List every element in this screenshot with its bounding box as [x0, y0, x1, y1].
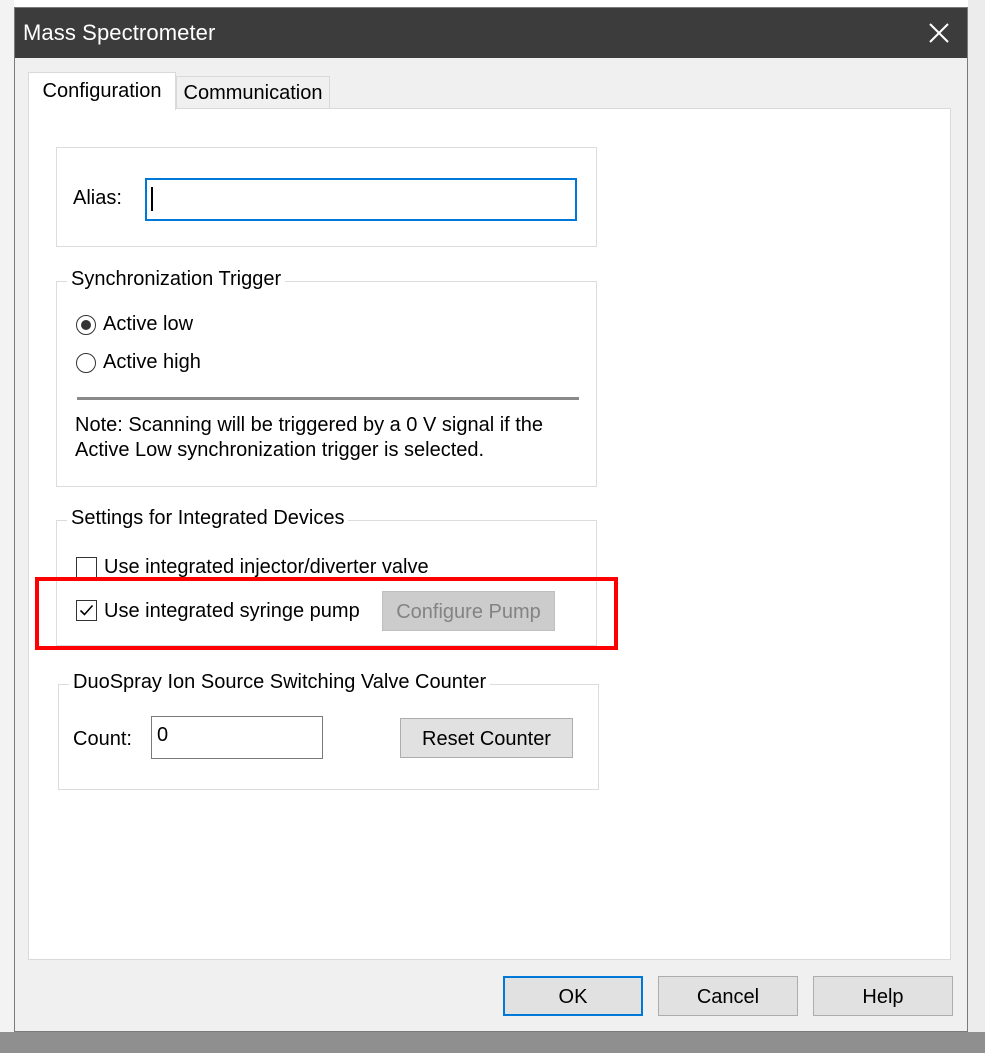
- configuration-panel: Alias: Synchronization Trigger Active lo…: [28, 108, 951, 960]
- count-value: 0: [157, 724, 169, 746]
- help-button[interactable]: Help: [813, 976, 953, 1016]
- cancel-button[interactable]: Cancel: [658, 976, 798, 1016]
- tab-communication[interactable]: Communication: [176, 76, 330, 109]
- duospray-group: DuoSpray Ion Source Switching Valve Coun…: [58, 671, 599, 790]
- active-low-radio[interactable]: [76, 315, 96, 335]
- tab-communication-label: Communication: [183, 82, 323, 104]
- note-line-2: Active Low synchronization trigger is se…: [75, 439, 485, 461]
- syringe-pump-checkbox[interactable]: [76, 600, 97, 621]
- injector-valve-checkbox[interactable]: [76, 557, 97, 578]
- note-line-1: Note: Scanning will be triggered by a 0 …: [75, 414, 544, 436]
- background-bottom: [0, 1032, 985, 1053]
- tab-configuration-label: Configuration: [42, 80, 162, 102]
- tab-configuration[interactable]: Configuration: [28, 72, 176, 110]
- sync-trigger-title: Synchronization Trigger: [67, 268, 286, 291]
- reset-counter-button[interactable]: Reset Counter: [400, 718, 573, 758]
- configure-pump-button[interactable]: Configure Pump: [382, 591, 555, 631]
- title-bar: Mass Spectrometer: [15, 8, 967, 58]
- alias-group: Alias:: [56, 147, 597, 247]
- separator-line: [77, 397, 579, 400]
- cancel-label: Cancel: [696, 986, 760, 1008]
- duospray-title: DuoSpray Ion Source Switching Valve Coun…: [69, 671, 491, 694]
- radio-selected-dot: [81, 320, 91, 330]
- active-low-label[interactable]: Active low: [103, 313, 193, 336]
- active-high-radio[interactable]: [76, 353, 96, 373]
- close-icon: [929, 23, 949, 43]
- count-label: Count:: [73, 728, 132, 750]
- count-input[interactable]: 0: [151, 716, 323, 759]
- injector-valve-label[interactable]: Use integrated injector/diverter valve: [104, 556, 429, 579]
- window-title: Mass Spectrometer: [23, 20, 216, 45]
- active-high-label[interactable]: Active high: [103, 351, 201, 374]
- ok-label: OK: [558, 986, 588, 1008]
- background-right: [968, 0, 985, 1053]
- reset-counter-label: Reset Counter: [422, 728, 551, 750]
- background-left: [0, 0, 14, 1053]
- alias-input[interactable]: [145, 178, 577, 221]
- sync-trigger-group: Synchronization Trigger Active low Activ…: [56, 268, 597, 487]
- check-icon: [79, 604, 94, 616]
- syringe-pump-label[interactable]: Use integrated syringe pump: [104, 600, 360, 623]
- ok-button[interactable]: OK: [503, 976, 643, 1016]
- configure-pump-label: Configure Pump: [396, 601, 541, 623]
- integrated-devices-title: Settings for Integrated Devices: [67, 507, 349, 530]
- dialog-window: Mass Spectrometer Configuration Communic…: [14, 7, 968, 1032]
- text-cursor: [151, 187, 153, 211]
- help-label: Help: [862, 986, 904, 1008]
- integrated-devices-group: Settings for Integrated Devices Use inte…: [56, 507, 597, 646]
- close-button[interactable]: [917, 12, 961, 54]
- alias-label: Alias:: [73, 187, 122, 209]
